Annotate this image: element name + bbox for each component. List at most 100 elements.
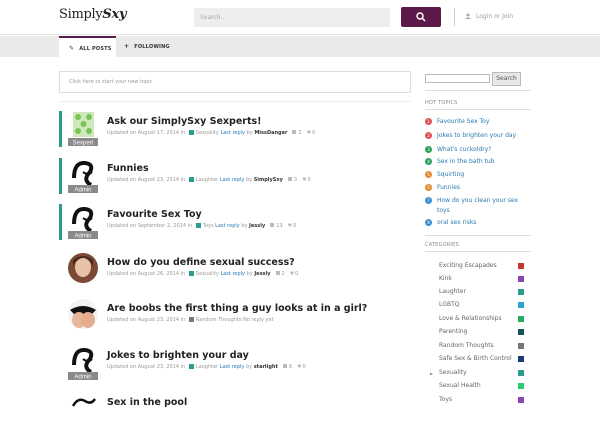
hot-topic-label: Sex in the bath tub [437, 158, 495, 165]
avatar[interactable]: Admin [68, 345, 98, 381]
reply-user[interactable]: starlight [254, 364, 278, 370]
counts: 3 ♥0 [287, 177, 311, 183]
hot-topic-label: How do you clean your sex [437, 197, 519, 204]
last-reply-link[interactable]: Last reply [215, 223, 241, 229]
topic-row[interactable]: Admin Jokes to brighten your day Updated o… [59, 345, 411, 381]
category-item[interactable]: Love & Relationships [439, 315, 502, 322]
new-topic-input[interactable]: Click here to start your new topic [59, 71, 411, 93]
reply-count: 8 [288, 364, 293, 370]
hot-topic-number: 8 [425, 219, 432, 226]
hot-topic-item[interactable]: 5 Squirting [425, 171, 464, 178]
topic-category[interactable]: Random Thoughts [196, 317, 243, 323]
tab-following[interactable]: + FOLLOWING [116, 36, 176, 57]
category-item[interactable]: Exciting Escapades [439, 262, 497, 269]
category-color-icon [188, 271, 194, 276]
hot-topic-item[interactable]: 3 What's cuckoldry? [425, 146, 491, 153]
topic-category[interactable]: Sexuality [196, 271, 221, 277]
category-color-icon [518, 343, 524, 349]
category-item[interactable]: Parenting [439, 328, 468, 335]
edit-icon: ✎ [69, 45, 75, 52]
sidebar-search-button[interactable]: Search [492, 72, 521, 86]
topic-row[interactable]: Sexpert Ask our SimplySxy Sexperts! Update… [59, 111, 411, 147]
category-item[interactable]: Sexual Health [439, 382, 481, 389]
like-count: 0 [312, 130, 316, 136]
topic-date: Updated on September 2, 2014 in [107, 223, 194, 229]
reply-user[interactable]: MissDanger [254, 130, 287, 136]
category-color-icon [518, 356, 524, 362]
site-logo[interactable]: SimplySxy [59, 7, 127, 22]
login-link[interactable]: Login or Join [465, 13, 513, 20]
topic-category[interactable]: Sexuality [196, 130, 221, 136]
category-item[interactable]: Sexuality [439, 369, 467, 376]
topic-title[interactable]: Favourite Sex Toy [107, 209, 202, 220]
tab-bar: ✎ ALL POSTS + FOLLOWING [0, 36, 600, 57]
reply-user[interactable]: SimplySxy [254, 177, 283, 183]
category-item[interactable]: LGBTQ [439, 301, 460, 308]
search-button[interactable] [401, 7, 441, 27]
avatar[interactable]: Admin [68, 158, 98, 194]
reply-count: 13 [276, 223, 283, 229]
site-header: SimplySxy Search... Login or Join [0, 0, 600, 35]
topic-category[interactable]: Laughter [196, 177, 220, 183]
topic-title[interactable]: How do you define sexual success? [107, 257, 295, 268]
topic-row[interactable]: Are boobs the first thing a guy looks at… [59, 298, 411, 334]
last-reply-link[interactable]: Last reply [220, 177, 246, 183]
avatar[interactable]: Sexpert [68, 111, 98, 147]
category-color-icon [518, 397, 524, 403]
topic-title[interactable]: Are boobs the first thing a guy looks at… [107, 303, 367, 314]
tab-all-posts[interactable]: ✎ ALL POSTS [59, 36, 116, 57]
like-count: 0 [307, 177, 311, 183]
topic-row[interactable]: Admin Funnies Updated on August 23, 2014 i… [59, 158, 411, 194]
hot-topic-label: oral sex risks [437, 219, 477, 226]
avatar[interactable] [68, 298, 98, 334]
hot-topic-number: 3 [425, 146, 432, 153]
hot-topic-item[interactable]: 2 Jokes to brighten your day [425, 132, 516, 139]
sidebar-search-input[interactable] [425, 74, 490, 83]
hot-topic-label: toys [437, 207, 450, 214]
search-input[interactable]: Search... [194, 8, 390, 27]
topic-meta: Updated on August 26, 2014 in Sexuality … [107, 271, 298, 277]
last-reply-link[interactable]: Last reply [220, 271, 246, 277]
topic-row[interactable]: Admin Favourite Sex Toy Updated on Septemb… [59, 204, 411, 240]
hot-topic-item[interactable]: toys [437, 207, 450, 214]
topic-title[interactable]: Jokes to brighten your day [107, 350, 249, 361]
reply-user[interactable]: Jessly [249, 223, 265, 229]
hot-topic-label: Squirting [437, 171, 465, 178]
reply-icon [287, 177, 292, 181]
topic-meta: Updated on August 23, 2014 in Laughter L… [107, 364, 306, 370]
hot-topic-item[interactable]: 8 oral sex risks [425, 219, 476, 226]
reply-count: 2 [281, 271, 285, 277]
topic-title[interactable]: Funnies [107, 163, 149, 174]
last-reply-link[interactable]: Last reply [220, 130, 246, 136]
reply-user[interactable]: Jessly [254, 271, 270, 277]
avatar[interactable]: Admin [68, 204, 98, 240]
category-color-icon [518, 383, 524, 389]
topic-category[interactable]: Toys [203, 223, 215, 229]
login-label: Login or Join [476, 13, 514, 20]
topic-title[interactable]: Ask our SimplySxy Sexperts! [107, 116, 262, 127]
hot-topic-label: Favourite Sex Toy [437, 118, 490, 125]
avatar[interactable] [68, 392, 98, 428]
counts: 2 ♥0 [292, 130, 315, 136]
category-item[interactable]: Safe Sex & Birth Control [439, 355, 512, 362]
category-item[interactable]: Kink [439, 275, 452, 282]
topic-meta: Updated on August 23, 2014 in Random Tho… [107, 317, 274, 323]
divider [425, 109, 531, 110]
hot-topic-item[interactable]: 7 How do you clean your sex [425, 197, 518, 204]
hot-topic-item[interactable]: 4 Sex in the bath tub [425, 158, 495, 165]
svg-text:Admin: Admin [74, 188, 91, 194]
hot-topic-item[interactable]: 1 Favourite Sex Toy [425, 118, 489, 125]
avatar[interactable] [68, 252, 98, 288]
last-reply-link[interactable]: Last reply [220, 364, 246, 370]
topic-category[interactable]: Laughter [196, 364, 220, 370]
topic-row[interactable]: How do you define sexual success? Updated… [59, 252, 411, 288]
hot-topic-item[interactable]: 6 Funnies [425, 184, 460, 191]
category-item[interactable]: Laughter [439, 288, 466, 295]
search-icon [416, 12, 426, 22]
counts: 8 ♥0 [282, 364, 306, 370]
heart-icon: ♥ [306, 130, 312, 136]
category-item[interactable]: Random Thoughts [439, 342, 494, 349]
topic-row[interactable]: Sex in the pool [59, 392, 411, 428]
reply-icon [292, 130, 297, 134]
topic-title[interactable]: Sex in the pool [107, 397, 187, 408]
